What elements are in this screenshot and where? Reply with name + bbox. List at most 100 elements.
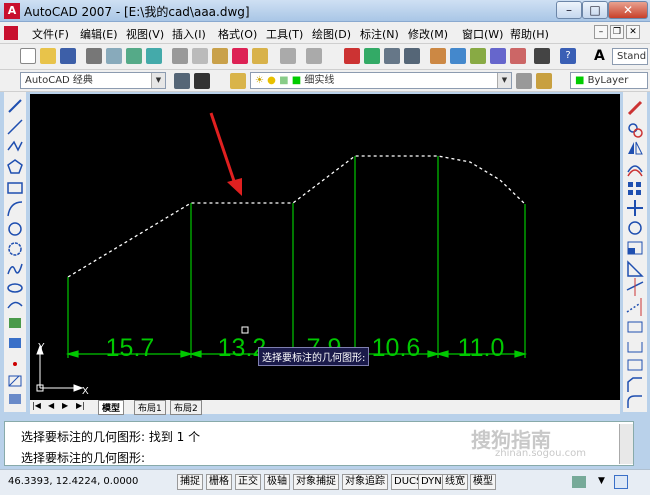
tab-layout1[interactable]: 布局1 bbox=[134, 400, 166, 415]
status-menu-chevron-icon[interactable]: ▼ bbox=[598, 476, 605, 486]
osnap-toggle[interactable]: 对象捕捉 bbox=[293, 474, 339, 490]
copy-icon[interactable] bbox=[192, 48, 208, 64]
workspace-settings-icon[interactable] bbox=[174, 73, 190, 89]
break-at-point-icon[interactable] bbox=[627, 321, 643, 333]
dimension-text-5[interactable]: 11.0 bbox=[458, 334, 505, 362]
calculator-icon[interactable] bbox=[534, 48, 550, 64]
selected-outline[interactable] bbox=[67, 155, 526, 278]
layer-select[interactable]: ☀ ● ■ ■ 细实线 ▼ bbox=[250, 72, 512, 89]
doc-minimize-button[interactable]: – bbox=[594, 25, 608, 39]
match-properties-icon[interactable] bbox=[232, 48, 248, 64]
doc-close-button[interactable]: ✕ bbox=[626, 25, 640, 39]
scale-icon[interactable] bbox=[627, 241, 643, 255]
insert-block-icon[interactable] bbox=[9, 318, 21, 328]
copy-object-icon[interactable] bbox=[628, 123, 643, 138]
minimize-button[interactable]: – bbox=[556, 1, 582, 19]
menu-draw[interactable]: 绘图(D) bbox=[312, 26, 351, 42]
pan-icon[interactable] bbox=[344, 48, 360, 64]
polygon-icon[interactable] bbox=[7, 159, 23, 174]
otrack-toggle[interactable]: 对象追踪 bbox=[342, 474, 388, 490]
save-icon[interactable] bbox=[60, 48, 76, 64]
tab-last-icon[interactable]: ▶| bbox=[76, 401, 85, 410]
tab-next-icon[interactable]: ▶ bbox=[62, 401, 68, 410]
circle-icon[interactable] bbox=[8, 222, 22, 236]
properties-icon[interactable] bbox=[430, 48, 446, 64]
menu-view[interactable]: 视图(V) bbox=[126, 26, 164, 42]
tab-layout2[interactable]: 布局2 bbox=[170, 400, 202, 415]
cut-icon[interactable] bbox=[172, 48, 188, 64]
snap-toggle[interactable]: 捕捉 bbox=[177, 474, 203, 490]
close-button[interactable]: ✕ bbox=[608, 1, 648, 19]
dyn-toggle[interactable]: DYN bbox=[418, 474, 445, 490]
tab-first-icon[interactable]: |◀ bbox=[32, 401, 41, 410]
3d-dwf-icon[interactable] bbox=[146, 48, 162, 64]
grid-toggle[interactable]: 栅格 bbox=[206, 474, 232, 490]
stretch-icon[interactable] bbox=[627, 260, 644, 277]
ellipse-icon[interactable] bbox=[7, 283, 23, 293]
print-preview-icon[interactable] bbox=[106, 48, 122, 64]
paste-icon[interactable] bbox=[212, 48, 228, 64]
rotate-icon[interactable] bbox=[628, 221, 642, 235]
publish-icon[interactable] bbox=[126, 48, 142, 64]
arc-icon[interactable] bbox=[7, 201, 23, 217]
markup-icon[interactable] bbox=[510, 48, 526, 64]
fillet-icon[interactable] bbox=[627, 395, 642, 408]
communication-center-icon[interactable] bbox=[572, 476, 586, 488]
menu-window[interactable]: 窗口(W) bbox=[462, 26, 503, 42]
ellipse-arc-icon[interactable] bbox=[7, 301, 23, 309]
autocad-app-icon[interactable]: A bbox=[4, 3, 20, 19]
revision-cloud-icon[interactable] bbox=[8, 242, 22, 256]
gradient-icon[interactable] bbox=[9, 394, 21, 404]
menu-format[interactable]: 格式(O) bbox=[218, 26, 257, 42]
array-icon[interactable] bbox=[628, 182, 641, 195]
break-icon[interactable] bbox=[627, 342, 643, 353]
sheet-set-icon[interactable] bbox=[490, 48, 506, 64]
spline-icon[interactable] bbox=[7, 263, 23, 275]
join-icon[interactable] bbox=[627, 359, 643, 371]
menu-insert[interactable]: 插入(I) bbox=[172, 26, 206, 42]
zoom-realtime-icon[interactable] bbox=[364, 48, 380, 64]
polyline-icon[interactable] bbox=[7, 140, 23, 152]
command-prompt-line[interactable]: 选择要标注的几何图形: bbox=[21, 449, 145, 466]
menu-tools[interactable]: 工具(T) bbox=[266, 26, 303, 42]
doc-restore-button[interactable]: ❐ bbox=[610, 25, 624, 39]
design-center-icon[interactable] bbox=[450, 48, 466, 64]
tab-model[interactable]: 模型 bbox=[98, 400, 125, 415]
zoom-window-icon[interactable] bbox=[384, 48, 400, 64]
offset-icon[interactable] bbox=[627, 165, 643, 177]
open-icon[interactable] bbox=[40, 48, 56, 64]
text-style-select[interactable]: Stand bbox=[612, 48, 648, 65]
help-icon[interactable]: ? bbox=[560, 48, 576, 64]
redo-icon[interactable] bbox=[306, 48, 322, 64]
command-scrollbar[interactable] bbox=[619, 424, 633, 464]
rectangle-icon[interactable] bbox=[7, 182, 23, 194]
menu-help[interactable]: 帮助(H) bbox=[510, 26, 549, 42]
undo-icon[interactable] bbox=[280, 48, 296, 64]
construction-line-icon[interactable] bbox=[7, 119, 23, 135]
dimension-text-1[interactable]: 15.7 bbox=[106, 334, 155, 362]
line-icon[interactable] bbox=[8, 99, 22, 113]
extend-icon[interactable] bbox=[626, 298, 642, 316]
block-editor-icon[interactable] bbox=[252, 48, 268, 64]
model-toggle[interactable]: 模型 bbox=[470, 474, 496, 490]
clean-screen-icon[interactable] bbox=[614, 475, 628, 489]
chamfer-icon[interactable] bbox=[627, 377, 642, 392]
workspace-select[interactable]: AutoCAD 经典 ▼ bbox=[20, 72, 166, 89]
new-icon[interactable] bbox=[20, 48, 36, 64]
command-window[interactable]: 选择要标注的几何图形: 找到 1 个 选择要标注的几何图形: 搜狗指南 zhin… bbox=[4, 421, 634, 466]
dimension-text-4[interactable]: 10.6 bbox=[372, 334, 421, 362]
trim-icon[interactable] bbox=[626, 278, 644, 296]
zoom-previous-icon[interactable] bbox=[404, 48, 420, 64]
menu-edit[interactable]: 编辑(E) bbox=[80, 26, 118, 42]
menu-dimension[interactable]: 标注(N) bbox=[360, 26, 399, 42]
color-select[interactable]: ■ ByLayer bbox=[570, 72, 648, 89]
drawing-canvas[interactable]: 15.7 13.2 7.9 10.6 11.0 Y X 选择要标注的几何图形: bbox=[30, 94, 620, 400]
hatch-icon[interactable] bbox=[8, 375, 22, 387]
point-icon[interactable] bbox=[13, 362, 17, 366]
make-current-layer-icon[interactable] bbox=[516, 73, 532, 89]
menu-modify[interactable]: 修改(M) bbox=[408, 26, 448, 42]
maximize-button[interactable]: □ bbox=[582, 1, 608, 19]
make-block-icon[interactable] bbox=[9, 338, 21, 348]
mirror-icon[interactable] bbox=[628, 141, 643, 155]
layer-manager-icon[interactable] bbox=[230, 73, 246, 89]
